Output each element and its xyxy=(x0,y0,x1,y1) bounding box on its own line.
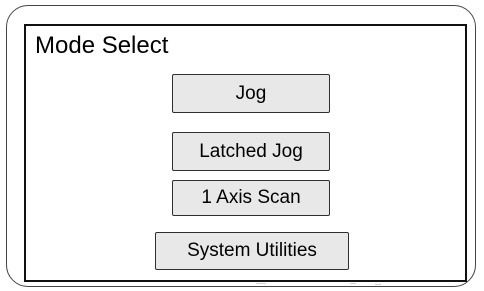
system-utilities-button[interactable]: System Utilities xyxy=(155,232,349,270)
latched-jog-button[interactable]: Latched Jog xyxy=(172,132,330,171)
jog-button[interactable]: Jog xyxy=(172,74,330,113)
page-title: Mode Select xyxy=(35,32,169,59)
axis-scan-button[interactable]: 1 Axis Scan xyxy=(172,180,330,216)
mode-select-screen: Mode Select Jog Latched Jog 1 Axis Scan … xyxy=(24,24,467,282)
edge-artifact xyxy=(375,284,381,285)
edge-artifact xyxy=(256,283,266,284)
edge-artifact xyxy=(350,283,356,284)
